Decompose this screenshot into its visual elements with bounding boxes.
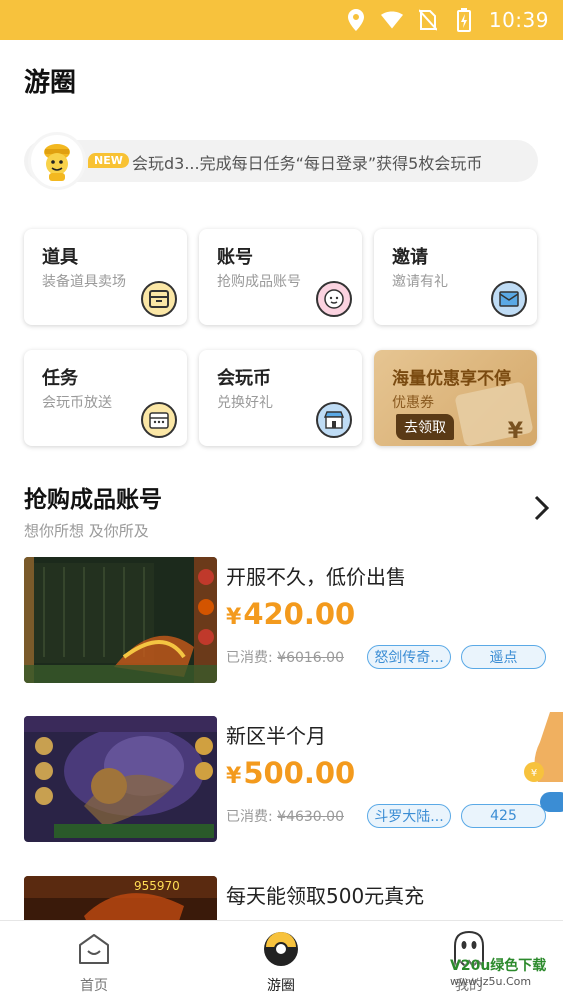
watermark-url: www.Jz5u.Com xyxy=(450,975,532,988)
card-coupon-promo[interactable]: ¥ 海量优惠享不停 优惠券 去领取 xyxy=(374,350,537,446)
page-title: 游圈 xyxy=(24,68,77,98)
spent-label: 已消费: xyxy=(226,809,273,825)
wifi-icon xyxy=(380,9,403,31)
listing-price: ¥500.00 xyxy=(226,756,355,790)
card-title: 邀请 xyxy=(392,247,428,268)
battery-charging-icon xyxy=(453,8,475,32)
new-badge: NEW xyxy=(88,153,129,168)
card-account[interactable]: 账号 抢购成品账号 xyxy=(199,229,362,325)
card-invite[interactable]: 邀请 邀请有礼 xyxy=(374,229,537,325)
card-props[interactable]: 道具 装备道具卖场 xyxy=(24,229,187,325)
card-tasks[interactable]: 任务 会玩币放送 xyxy=(24,350,187,446)
tab-circle[interactable]: 游圈 xyxy=(236,929,326,997)
circle-icon xyxy=(261,929,301,969)
promo-subtitle: 优惠券 xyxy=(392,395,434,411)
chevron-right-icon[interactable] xyxy=(532,494,552,522)
section-subtitle: 想你所想 及你所及 xyxy=(24,522,149,540)
card-title: 会玩币 xyxy=(217,368,271,389)
card-subtitle: 邀请有礼 xyxy=(392,274,448,290)
avatar xyxy=(28,132,86,190)
card-title: 账号 xyxy=(217,247,253,268)
floating-promo-widget[interactable]: ¥ xyxy=(520,712,563,812)
listing-price: ¥420.00 xyxy=(226,597,355,631)
spent-value: ¥4630.00 xyxy=(277,809,344,825)
status-time: 10:39 xyxy=(488,8,549,32)
watermark-title: V20u绿色下载 xyxy=(450,958,547,974)
game-tag[interactable]: 怒剑传奇... xyxy=(367,645,451,669)
server-tag[interactable]: 遥点 xyxy=(461,645,546,669)
game-thumbnail xyxy=(24,716,217,842)
list-item[interactable]: 新区半个月 ¥500.00 已消费: ¥4630.00 斗罗大陆... 425 xyxy=(24,716,554,846)
listing-title: 每天能领取500元真充 xyxy=(226,884,425,908)
game-tag[interactable]: 斗罗大陆... xyxy=(367,804,451,828)
game-thumbnail: 955970 xyxy=(24,876,217,920)
card-subtitle: 会玩币放送 xyxy=(42,395,112,411)
tab-home[interactable]: 首页 xyxy=(49,929,139,997)
card-coins[interactable]: 会玩币 兑换好礼 xyxy=(199,350,362,446)
shop-icon xyxy=(141,281,177,317)
card-subtitle: 兑换好礼 xyxy=(217,395,273,411)
list-item[interactable]: 955970 每天能领取500元真充 xyxy=(24,876,554,920)
listing-title: 开服不久，低价出售 xyxy=(226,565,406,589)
status-bar: 10:39 xyxy=(0,0,563,40)
tab-label: 首页 xyxy=(80,978,108,994)
price-value: 420.00 xyxy=(243,597,356,631)
notice-bar[interactable]: NEW 会玩d3...完成每日任务“每日登录”获得5枚会玩币 xyxy=(24,132,538,190)
envelope-icon xyxy=(491,281,527,317)
svg-text:¥: ¥ xyxy=(531,768,537,779)
card-title: 道具 xyxy=(42,247,78,268)
currency-symbol: ¥ xyxy=(226,764,242,789)
spent-info: 已消费: ¥4630.00 xyxy=(226,806,344,826)
currency-symbol: ¥ xyxy=(226,605,242,630)
calendar-icon xyxy=(141,402,177,438)
location-icon xyxy=(345,9,367,31)
claim-button[interactable]: 去领取 xyxy=(396,414,454,440)
watermark: V20u绿色下载 www.Jz5u.Com xyxy=(450,958,546,990)
card-subtitle: 装备道具卖场 xyxy=(42,274,126,290)
spent-value: ¥6016.00 xyxy=(277,650,344,666)
spent-info: 已消费: ¥6016.00 xyxy=(226,647,344,667)
promo-title: 海量优惠享不停 xyxy=(392,369,511,389)
section-title: 抢购成品账号 xyxy=(24,487,162,513)
list-item[interactable]: 开服不久，低价出售 ¥420.00 已消费: ¥6016.00 怒剑传奇... … xyxy=(24,557,554,687)
yen-icon: ¥ xyxy=(507,419,523,444)
face-icon xyxy=(316,281,352,317)
card-subtitle: 抢购成品账号 xyxy=(217,274,301,290)
game-thumbnail xyxy=(24,557,217,683)
notice-text: 会玩d3...完成每日任务“每日登录”获得5枚会玩币 xyxy=(132,154,483,173)
card-title: 任务 xyxy=(42,368,78,389)
store-icon xyxy=(316,402,352,438)
price-value: 500.00 xyxy=(243,756,356,790)
listing-title: 新区半个月 xyxy=(226,724,326,748)
no-sim-icon xyxy=(417,9,439,31)
thumb-number: 955970 xyxy=(134,879,180,893)
spent-label: 已消费: xyxy=(226,650,273,666)
tab-label: 游圈 xyxy=(267,978,295,994)
home-icon xyxy=(74,929,114,969)
